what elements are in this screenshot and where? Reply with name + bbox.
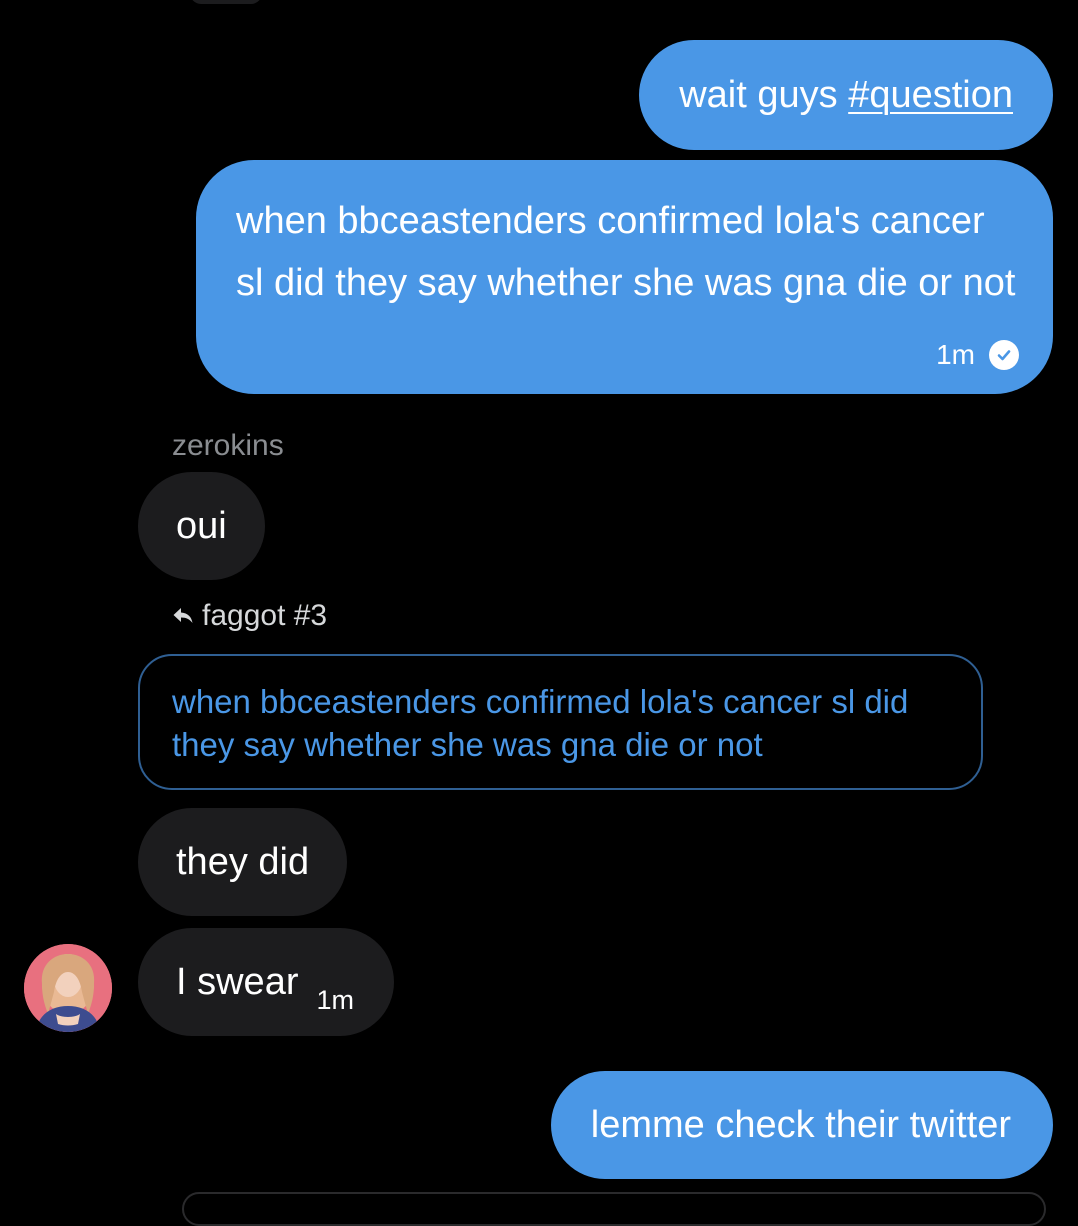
incoming-message-bubble[interactable]: I swear 1m [138, 928, 394, 1036]
incoming-message-bubble[interactable]: they did [138, 808, 348, 916]
hashtag-link[interactable]: #question [848, 74, 1013, 116]
reply-target-name: faggot #3 [202, 599, 328, 632]
message-meta: 1m [936, 338, 1019, 372]
message-text: oui [176, 505, 227, 547]
reply-arrow-icon [173, 608, 193, 623]
message-text: when bbceastenders confirmed lola's canc… [236, 200, 1016, 304]
message-time: 1m [316, 985, 354, 1015]
outgoing-message-bubble[interactable]: when bbceastenders confirmed lola's canc… [196, 160, 1053, 394]
message-text: wait guys [679, 74, 849, 116]
incoming-message-bubble[interactable]: oui [138, 472, 265, 580]
message-text: I swear [176, 961, 299, 1003]
previous-message-edge [190, 0, 262, 4]
composer-edge[interactable] [182, 1192, 1046, 1226]
avatar-image [24, 944, 112, 1032]
message-text: lemme check their twitter [590, 1104, 1011, 1146]
sender-name: zerokins [172, 429, 284, 462]
quoted-message[interactable]: when bbceastenders confirmed lola's canc… [138, 654, 983, 790]
outgoing-message-bubble[interactable]: wait guys #question [639, 40, 1053, 150]
message-text: they did [176, 841, 310, 883]
avatar[interactable] [24, 944, 112, 1032]
reply-indicator: faggot #3 [172, 598, 327, 634]
message-time: 1m [936, 339, 975, 370]
outgoing-message-bubble[interactable]: lemme check their twitter [550, 1071, 1053, 1179]
quoted-text: when bbceastenders confirmed lola's canc… [172, 683, 909, 763]
read-check-icon [989, 340, 1019, 370]
